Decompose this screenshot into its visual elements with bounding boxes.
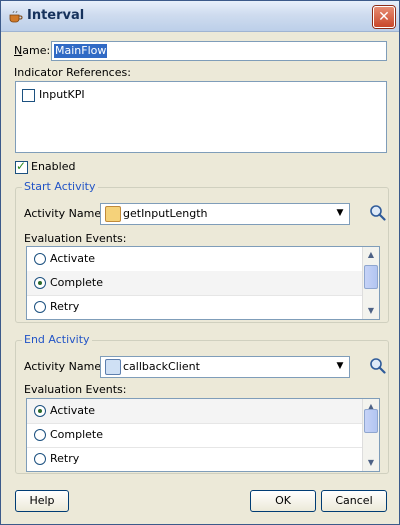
scroll-down-icon[interactable]: ▼ <box>364 304 378 318</box>
end-evaluation-events-label: Evaluation Events: <box>24 383 127 396</box>
enabled-label: Enabled <box>31 160 76 173</box>
close-button[interactable]: ✕ <box>373 6 395 28</box>
start-activity-name-label: Activity Name: <box>24 207 105 220</box>
end-activity-name-label: Activity Name: <box>24 360 105 373</box>
chevron-down-icon[interactable]: ▼ <box>333 359 347 373</box>
complete-radio[interactable] <box>34 429 46 441</box>
list-item[interactable]: Activate <box>27 399 362 424</box>
list-item[interactable]: Retry <box>27 447 362 471</box>
end-events-scrollbar[interactable]: ▲ ▼ <box>362 399 379 471</box>
list-item[interactable]: Retry <box>27 295 362 319</box>
gear-icon <box>105 359 121 375</box>
name-label: Name: <box>14 44 51 57</box>
start-evaluation-events-list: Activate Complete Retry ▲ ▼ <box>26 246 380 320</box>
scroll-down-icon[interactable]: ▼ <box>364 456 378 470</box>
list-item[interactable]: Complete <box>27 271 362 296</box>
service-icon <box>105 206 121 222</box>
activate-label: Activate <box>50 404 96 417</box>
activate-radio[interactable] <box>34 405 46 417</box>
title-bar[interactable]: Interval ✕ <box>1 1 399 32</box>
start-activity-group: Start Activity Activity Name: getInputLe… <box>15 180 389 323</box>
indicator-references-list: InputKPI <box>15 81 387 153</box>
scroll-thumb[interactable] <box>364 265 378 289</box>
name-field[interactable]: MainFlow <box>51 41 387 61</box>
complete-label: Complete <box>50 428 104 441</box>
inputkpi-checkbox[interactable] <box>22 89 35 102</box>
ok-button[interactable]: OK <box>250 490 316 512</box>
enabled-checkbox[interactable] <box>15 159 28 174</box>
interval-dialog: Interval ✕ Name: MainFlow Indicator Refe… <box>0 0 400 525</box>
window-title: Interval <box>27 8 85 23</box>
end-activity-value: callbackClient <box>123 360 200 373</box>
list-item[interactable]: Activate <box>27 247 362 272</box>
scroll-thumb[interactable] <box>364 409 378 433</box>
inputkpi-label: InputKPI <box>39 88 85 101</box>
chevron-down-icon[interactable]: ▼ <box>333 206 347 220</box>
retry-label: Retry <box>50 452 80 465</box>
scroll-up-icon[interactable]: ▲ <box>364 248 378 262</box>
end-activity-group: End Activity Activity Name: callbackClie… <box>15 333 389 474</box>
end-activity-combo[interactable]: callbackClient ▼ <box>100 356 350 378</box>
activate-label: Activate <box>50 252 96 265</box>
complete-label: Complete <box>50 276 104 289</box>
cancel-button[interactable]: Cancel <box>321 490 387 512</box>
search-icon[interactable] <box>368 356 388 376</box>
end-activity-title: End Activity <box>22 333 92 346</box>
name-field-value: MainFlow <box>54 44 108 58</box>
indicator-references-label: Indicator References: <box>14 66 131 79</box>
start-activity-title: Start Activity <box>22 180 98 193</box>
start-activity-value: getInputLength <box>123 207 208 220</box>
start-events-scrollbar[interactable]: ▲ ▼ <box>362 247 379 319</box>
coffee-cup-icon <box>9 10 23 23</box>
search-icon[interactable] <box>368 203 388 223</box>
retry-label: Retry <box>50 300 80 313</box>
retry-radio[interactable] <box>34 453 46 465</box>
help-button[interactable]: Help <box>15 490 69 512</box>
close-icon: ✕ <box>378 9 390 25</box>
end-evaluation-events-list: Activate Complete Retry ▲ ▼ <box>26 398 380 472</box>
start-activity-combo[interactable]: getInputLength ▼ <box>100 203 350 225</box>
start-evaluation-events-label: Evaluation Events: <box>24 232 127 245</box>
activate-radio[interactable] <box>34 253 46 265</box>
list-item[interactable]: Complete <box>27 423 362 448</box>
retry-radio[interactable] <box>34 301 46 313</box>
complete-radio[interactable] <box>34 277 46 289</box>
